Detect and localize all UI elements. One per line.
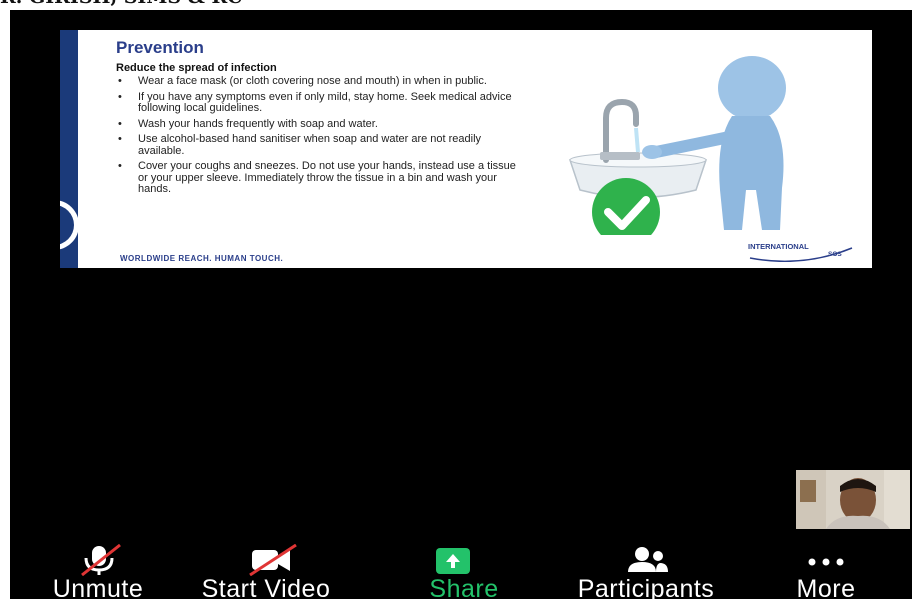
- slide-title: Prevention: [116, 38, 204, 57]
- slide-brand-edge: [60, 30, 79, 268]
- slide-footer-tagline: WORLDWIDE REACH. HUMAN TOUCH.: [120, 254, 284, 263]
- participants-icon: [628, 547, 668, 572]
- slide-bullet: Cover your coughs and sneezes. Do not us…: [116, 160, 516, 196]
- handwashing-illustration: [568, 56, 786, 235]
- ellipsis-icon: [808, 558, 844, 566]
- self-video-thumbnail[interactable]: [796, 470, 910, 529]
- more-button[interactable]: More: [776, 534, 876, 603]
- video-camera-off-icon: [249, 544, 297, 576]
- brand-swoosh-icon: [60, 200, 79, 250]
- share-button[interactable]: Share: [410, 534, 518, 603]
- unmute-button[interactable]: Unmute: [36, 534, 160, 603]
- slide-bullet: Use alcohol-based hand sanitiser when so…: [116, 133, 516, 157]
- window-caption: R. GIRISH, SIMS & RC: [0, 0, 912, 8]
- meeting-window: Prevention Reduce the spread of infectio…: [10, 10, 912, 603]
- start-video-button[interactable]: Start Video: [196, 534, 336, 603]
- share-arrow-up-icon: [436, 548, 470, 574]
- participants-button[interactable]: Participants: [556, 534, 736, 603]
- slide-bullet: If you have any symptoms even if only mi…: [116, 91, 516, 115]
- microphone-muted-icon: [81, 544, 121, 576]
- slide-bullet-list: Wear a face mask (or cloth covering nose…: [116, 75, 516, 200]
- international-sos-logo: INTERNATIONAL SOS: [748, 238, 858, 262]
- meeting-toolbar: Unmute Start Video Share Participants Mo…: [10, 534, 912, 603]
- slide-bullet: Wash your hands frequently with soap and…: [116, 118, 516, 131]
- slide-bullet: Wear a face mask (or cloth covering nose…: [116, 75, 516, 88]
- participant-video-feed: [796, 470, 910, 529]
- shared-screen-slide: Prevention Reduce the spread of infectio…: [60, 30, 872, 268]
- slide-subtitle: Reduce the spread of infection: [116, 62, 277, 74]
